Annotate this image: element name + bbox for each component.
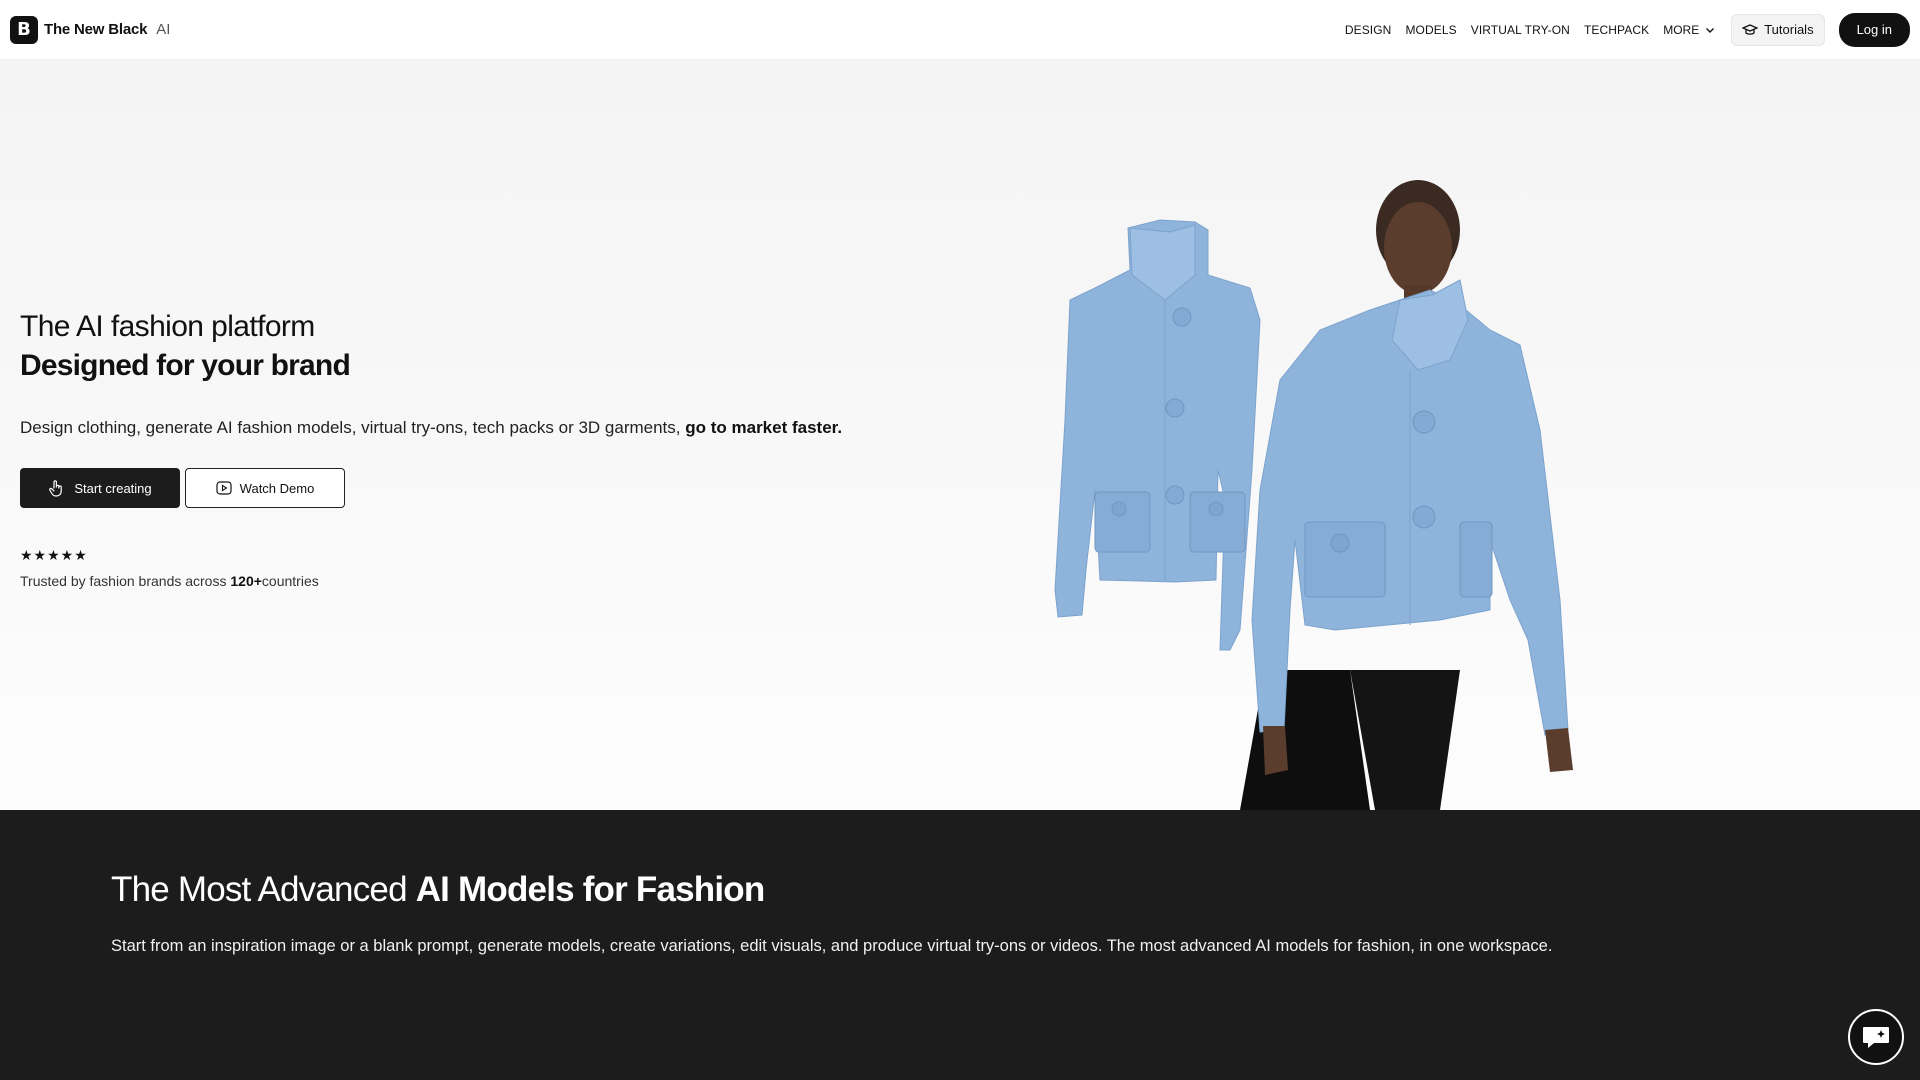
start-creating-button[interactable]: Start creating	[20, 468, 180, 508]
watch-demo-button[interactable]: Watch Demo	[185, 468, 345, 508]
brand-suffix: AI	[156, 21, 171, 38]
models-section-title: The Most Advanced AI Models for Fashion	[111, 870, 766, 910]
star-rating: ★★★★★	[20, 548, 88, 564]
hero-subtitle-bold: go to market faster.	[685, 418, 843, 437]
start-creating-label: Start creating	[74, 480, 152, 496]
hero-title-line2: Designed for your brand	[20, 349, 351, 382]
pointer-hand-icon	[49, 480, 63, 497]
tutorials-button[interactable]: Tutorials	[1731, 13, 1825, 46]
trust-text: Trusted by fashion brands across 120+cou…	[20, 573, 319, 589]
trust-suffix: countries	[261, 573, 319, 589]
chat-icon	[1863, 1027, 1889, 1048]
watch-demo-label: Watch Demo	[239, 480, 315, 496]
graduation-cap-icon	[1742, 23, 1759, 35]
top-navbar: B The New Black AI DESIGN MODELS VIRTUAL…	[0, 0, 1920, 60]
trust-count: 120+	[230, 573, 262, 589]
models-section-description: Start from an inspiration image or a bla…	[111, 937, 1553, 955]
nav-more-dropdown[interactable]: MORE	[1663, 23, 1715, 37]
brand-logo[interactable]: B	[10, 15, 38, 44]
hero-cta-row: Start creating Watch Demo	[20, 468, 345, 508]
hero-subtitle: Design clothing, generate AI fashion mod…	[20, 418, 842, 438]
brand-name[interactable]: The New Black	[44, 21, 147, 38]
hero-section: The AI fashion platform Designed for you…	[0, 60, 1920, 810]
tutorials-label: Tutorials	[1764, 22, 1814, 37]
play-icon	[216, 481, 232, 495]
login-button[interactable]: Log in	[1838, 12, 1910, 47]
nav-item-design[interactable]: DESIGN	[1345, 23, 1392, 37]
hero-title-line1: The AI fashion platform	[20, 310, 315, 343]
model-image	[1240, 180, 1573, 810]
jacket-product-image	[1054, 219, 1261, 651]
models-section: The Most Advanced AI Models for Fashion …	[0, 810, 1920, 1080]
hero-subtitle-text: Design clothing, generate AI fashion mod…	[20, 418, 681, 437]
models-title-bold: AI Models for Fashion	[415, 870, 766, 909]
nav-more-label: MORE	[1663, 22, 1700, 37]
trust-prefix: Trusted by fashion brands across	[20, 573, 227, 589]
chat-widget-button[interactable]	[1848, 1009, 1904, 1065]
brand[interactable]: B The New Black AI	[10, 15, 171, 44]
chevron-down-icon	[1706, 27, 1715, 33]
main-nav: DESIGN MODELS VIRTUAL TRY-ON TECHPACK MO…	[1338, 12, 1910, 47]
models-title-light: The Most Advanced	[111, 870, 408, 909]
nav-item-virtual-try-on[interactable]: VIRTUAL TRY-ON	[1471, 23, 1570, 37]
nav-item-techpack[interactable]: TECHPACK	[1584, 23, 1649, 37]
nav-item-models[interactable]: MODELS	[1405, 23, 1456, 37]
hero-image	[1054, 180, 1573, 810]
